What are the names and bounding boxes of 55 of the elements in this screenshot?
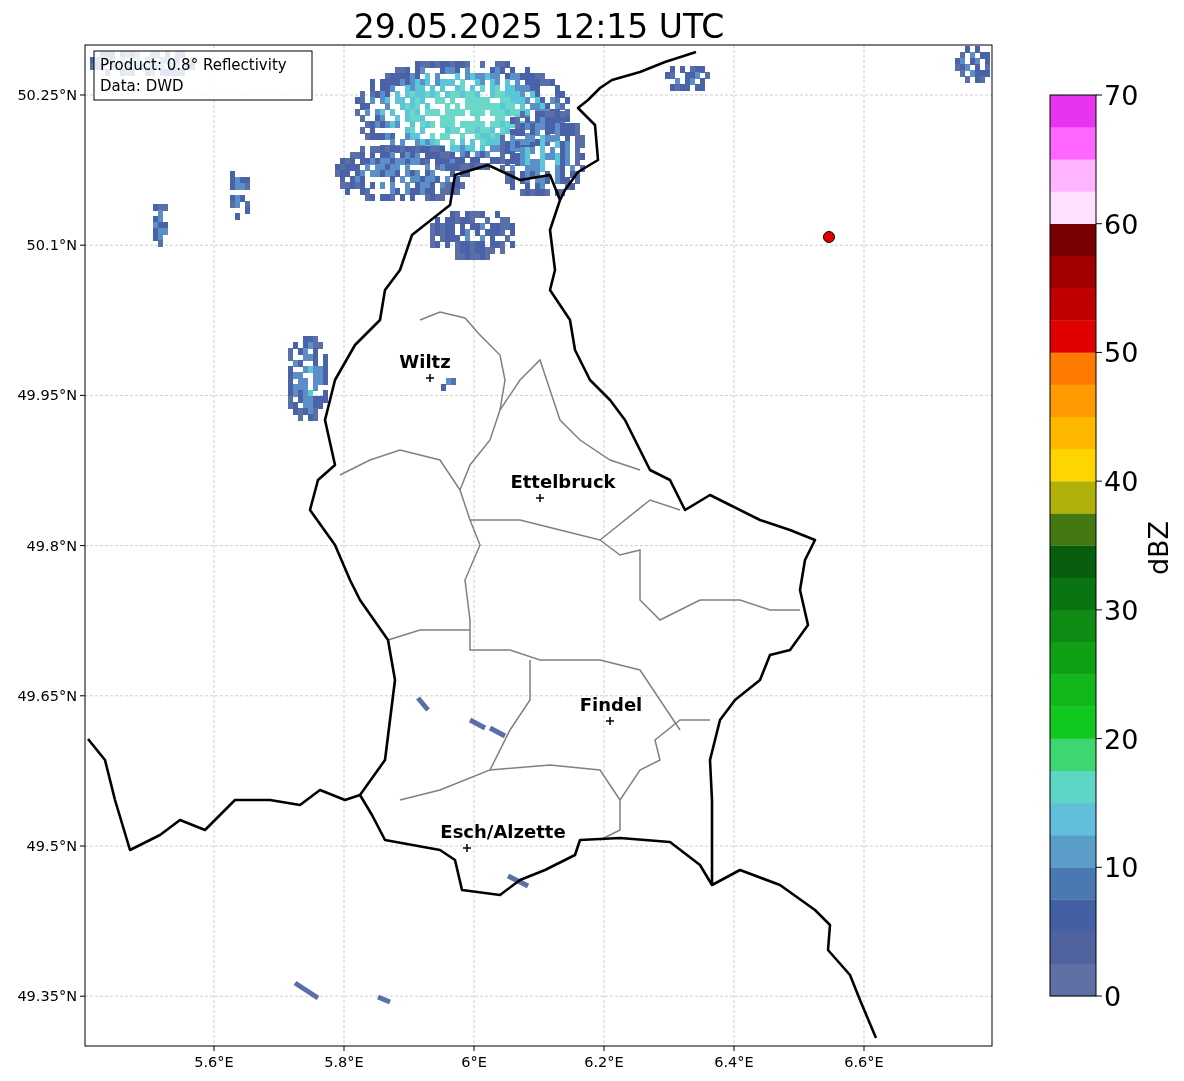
- city-label: Ettelbruck: [510, 471, 616, 492]
- tick-mark: [1095, 738, 1103, 740]
- latitude-label: 49.5°N: [26, 838, 77, 854]
- longitude-label: 5.6°E: [194, 1054, 234, 1070]
- colorbar-tick-label: 60: [1104, 208, 1139, 240]
- tick-mark: [1095, 480, 1103, 482]
- latitude-label: 49.65°N: [17, 687, 77, 704]
- city-label: Wiltz: [399, 351, 451, 372]
- tick-mark: [1095, 223, 1103, 225]
- tick-mark: [473, 1045, 475, 1052]
- radar-station-marker: [823, 231, 835, 243]
- city-marker-icon: [535, 493, 545, 503]
- latitude-label: 50.25°N: [17, 87, 77, 103]
- latitude-label: 49.35°N: [17, 988, 77, 1005]
- tick-mark: [863, 1045, 865, 1052]
- info-text: Data: DWD: [100, 77, 184, 95]
- tick-mark: [1095, 866, 1103, 868]
- tick-mark: [343, 1045, 345, 1052]
- colorbar-tick-label: 40: [1104, 466, 1139, 498]
- tick-mark: [79, 394, 86, 396]
- colorbar-tick-label: 50: [1104, 337, 1139, 369]
- city-label: Esch/Alzette: [440, 821, 566, 842]
- tick-mark: [79, 695, 86, 697]
- tick-mark: [79, 545, 86, 547]
- colorbar-label: dBZ: [1143, 520, 1174, 576]
- city-label: Findel: [579, 694, 643, 715]
- tick-mark: [79, 94, 86, 96]
- tick-mark: [1095, 351, 1103, 353]
- colorbar-tick-label: 0: [1104, 981, 1122, 1012]
- latitude-label: 50.1°N: [26, 237, 77, 254]
- longitude-label: 6.4°E: [714, 1054, 754, 1070]
- tick-mark: [79, 244, 86, 246]
- city-marker-icon: [605, 716, 615, 726]
- tick-mark: [1095, 995, 1103, 997]
- colorbar-tick-label: 20: [1104, 723, 1139, 755]
- colorbar-tick-label: 30: [1104, 594, 1139, 626]
- longitude-label: 6°E: [461, 1054, 487, 1070]
- colorbar-tick-label: 10: [1104, 852, 1139, 884]
- tick-mark: [603, 1045, 605, 1052]
- longitude-label: 6.2°E: [584, 1054, 624, 1070]
- tick-mark: [79, 845, 86, 847]
- longitude-label: 6.6°E: [844, 1054, 884, 1070]
- latitude-label: 49.8°N: [26, 537, 77, 554]
- longitude-label: 5.8°E: [324, 1054, 364, 1070]
- colorbar-tick-label: 70: [1104, 80, 1139, 111]
- city-marker-icon: [425, 373, 435, 383]
- tick-mark: [1095, 94, 1103, 96]
- city-marker-icon: [462, 843, 472, 853]
- tick-mark: [213, 1045, 215, 1052]
- info-text: Product: 0.8° Reflectivity: [100, 56, 287, 74]
- tick-mark: [733, 1045, 735, 1052]
- chart-title: 29.05.2025 12:15 UTC: [353, 7, 725, 46]
- tick-mark: [79, 995, 86, 997]
- latitude-label: 49.95°N: [17, 387, 77, 404]
- tick-mark: [1095, 609, 1103, 611]
